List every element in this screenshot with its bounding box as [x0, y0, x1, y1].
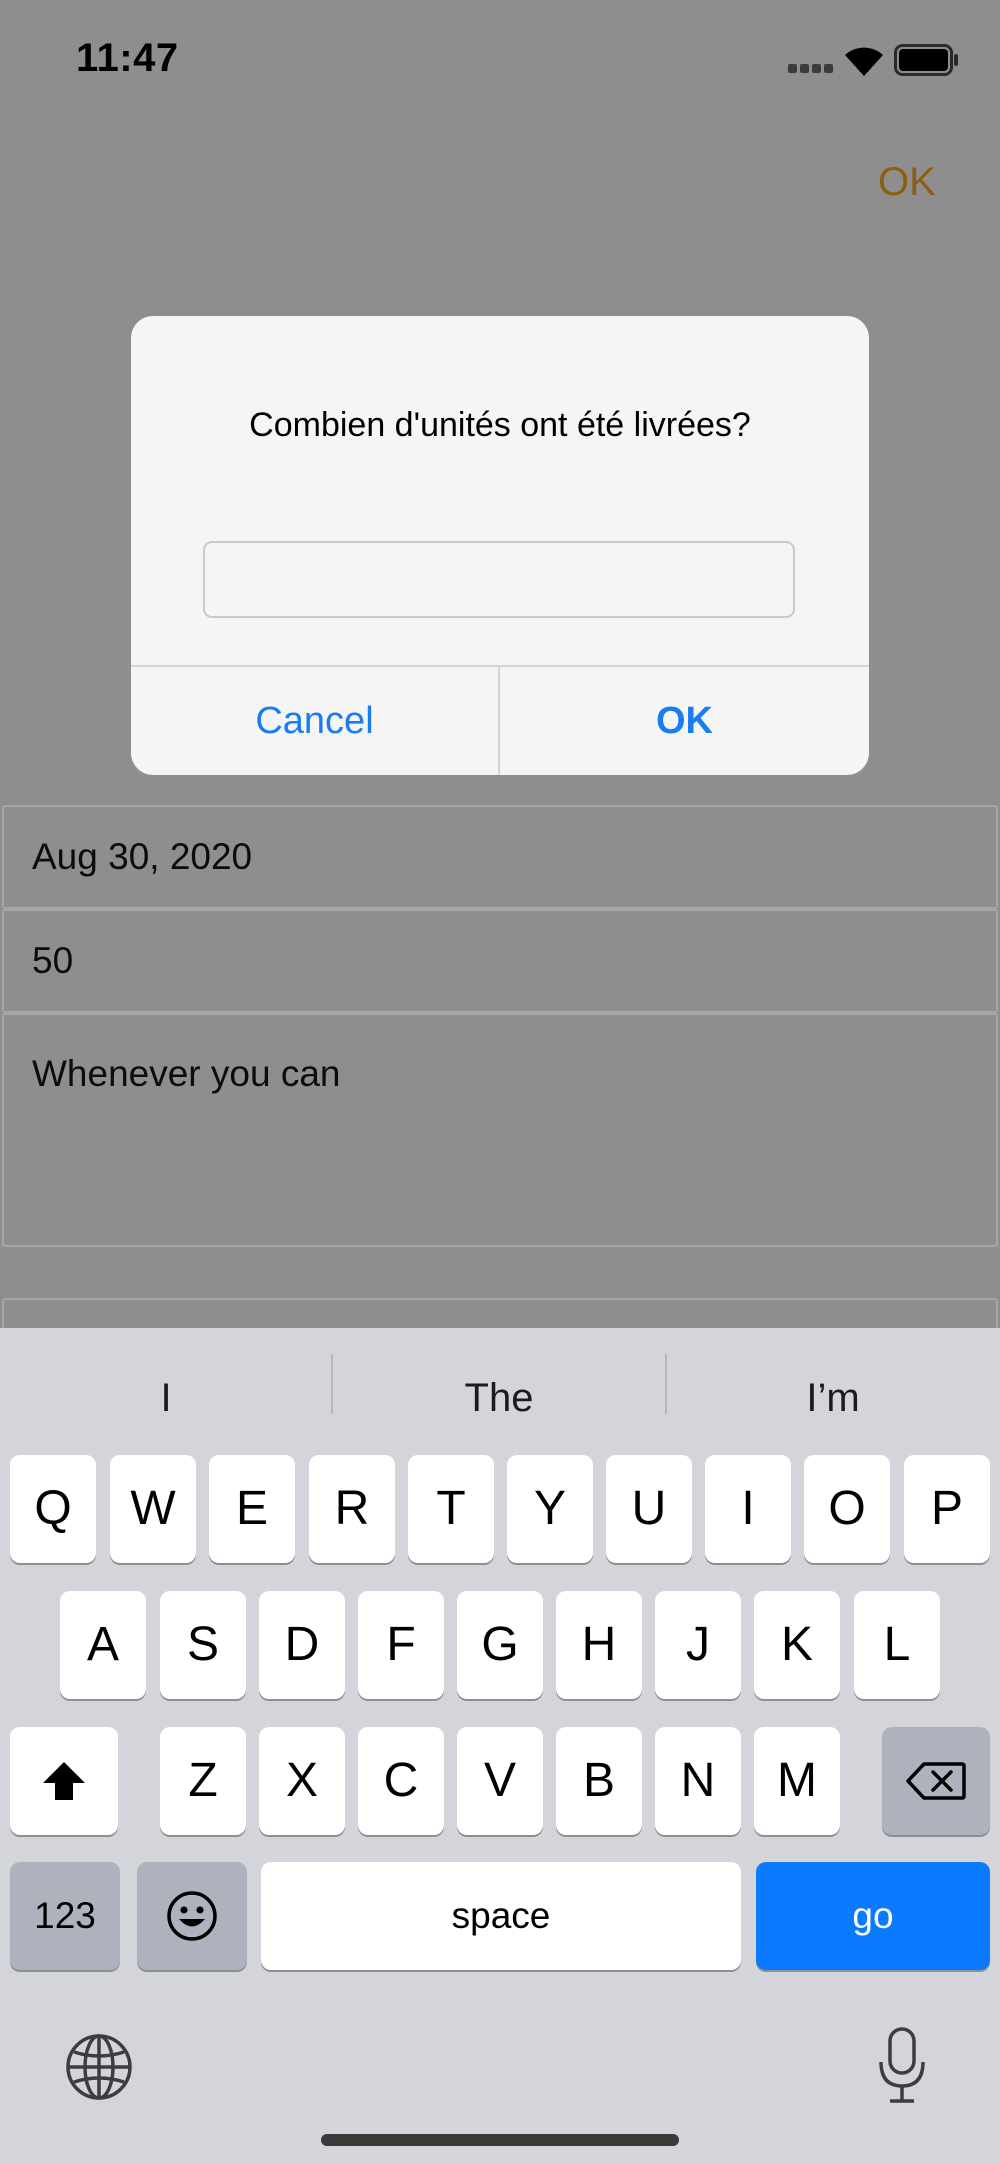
shift-key[interactable]: [10, 1727, 118, 1835]
go-key[interactable]: go: [756, 1862, 990, 1970]
mic-icon[interactable]: [876, 2026, 928, 2106]
key-b[interactable]: B: [556, 1727, 642, 1835]
key-x[interactable]: X: [259, 1727, 345, 1835]
key-w[interactable]: W: [110, 1455, 196, 1563]
space-key[interactable]: space: [261, 1862, 741, 1970]
note-field[interactable]: Whenever you can: [2, 1013, 998, 1247]
globe-icon[interactable]: [64, 2032, 134, 2102]
key-z[interactable]: Z: [160, 1727, 246, 1835]
cancel-button[interactable]: Cancel: [131, 667, 498, 775]
key-l[interactable]: L: [854, 1591, 940, 1699]
delete-icon: [906, 1762, 966, 1800]
key-m[interactable]: M: [754, 1727, 840, 1835]
key-h[interactable]: H: [556, 1591, 642, 1699]
key-q[interactable]: Q: [10, 1455, 96, 1563]
ok-button[interactable]: OK: [500, 667, 869, 775]
key-y[interactable]: Y: [507, 1455, 593, 1563]
emoji-key[interactable]: [137, 1862, 247, 1970]
keyboard: I The I’m Q W E R T Y U I O P A S D F G …: [0, 1328, 1000, 2164]
status-time: 11:47: [76, 36, 179, 80]
key-f[interactable]: F: [358, 1591, 444, 1699]
quantity-field[interactable]: 50: [2, 909, 998, 1013]
key-r[interactable]: R: [309, 1455, 395, 1563]
emoji-icon: [167, 1891, 217, 1941]
suggestion-2[interactable]: The: [333, 1368, 665, 1428]
key-j[interactable]: J: [655, 1591, 741, 1699]
cellular-signal-icon: [788, 64, 834, 74]
key-k[interactable]: K: [754, 1591, 840, 1699]
delete-key[interactable]: [882, 1727, 990, 1835]
home-indicator[interactable]: [321, 2134, 679, 2146]
alert-dialog: Combien d'unités ont été livrées? Cancel…: [131, 316, 869, 775]
key-o[interactable]: O: [804, 1455, 890, 1563]
numbers-key[interactable]: 123: [10, 1862, 120, 1970]
status-bar: 11:47: [0, 0, 1000, 120]
wifi-icon: [845, 47, 883, 76]
key-a[interactable]: A: [60, 1591, 146, 1699]
key-d[interactable]: D: [259, 1591, 345, 1699]
key-i[interactable]: I: [705, 1455, 791, 1563]
suggestion-1[interactable]: I: [0, 1368, 332, 1428]
key-v[interactable]: V: [457, 1727, 543, 1835]
date-field[interactable]: Aug 30, 2020: [2, 805, 998, 909]
suggestion-3[interactable]: I’m: [667, 1368, 999, 1428]
key-p[interactable]: P: [904, 1455, 990, 1563]
key-n[interactable]: N: [655, 1727, 741, 1835]
battery-icon: [894, 44, 958, 76]
units-delivered-input[interactable]: [203, 541, 795, 618]
key-s[interactable]: S: [160, 1591, 246, 1699]
key-c[interactable]: C: [358, 1727, 444, 1835]
shift-icon: [43, 1762, 85, 1800]
key-u[interactable]: U: [606, 1455, 692, 1563]
nav-ok-button[interactable]: OK: [878, 160, 936, 205]
key-e[interactable]: E: [209, 1455, 295, 1563]
key-t[interactable]: T: [408, 1455, 494, 1563]
alert-title: Combien d'unités ont été livrées?: [249, 406, 751, 444]
key-g[interactable]: G: [457, 1591, 543, 1699]
